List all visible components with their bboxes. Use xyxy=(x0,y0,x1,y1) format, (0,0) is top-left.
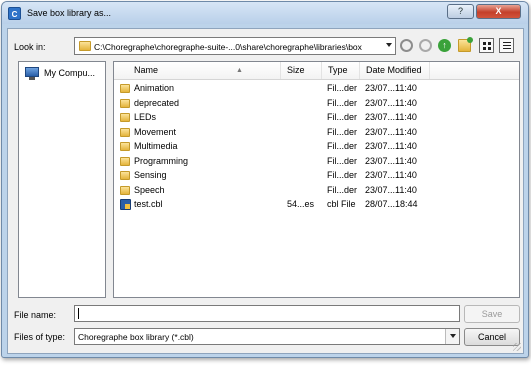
forward-icon[interactable] xyxy=(419,39,432,52)
file-date: 23/07...11:40 xyxy=(365,126,417,137)
file-date: 28/07...18:44 xyxy=(365,199,418,209)
file-date: 23/07...11:40 xyxy=(365,83,417,93)
column-header-type[interactable]: Type xyxy=(322,62,360,79)
close-button[interactable]: X xyxy=(476,4,521,19)
file-name: Movement xyxy=(134,126,177,137)
file-type-dropdown-button[interactable] xyxy=(445,329,459,344)
file-name: deprecated xyxy=(134,97,180,108)
file-name: LEDs xyxy=(134,112,157,122)
file-name: Multimedia xyxy=(134,141,178,151)
file-size: 54...es xyxy=(287,199,315,209)
file-row[interactable]: Animation Fil...der 23/07...11:40 xyxy=(114,82,519,97)
file-list[interactable]: Name ▲ Size Type Date Modified Animation… xyxy=(113,61,520,298)
file-type: Fil...der xyxy=(327,97,358,108)
file-date: 23/07...11:40 xyxy=(365,155,417,166)
file-row[interactable]: test.cbl 54...es cbl File 28/07...18:44 xyxy=(114,198,519,213)
title-bar[interactable]: C Save box library as... ? X xyxy=(2,2,528,24)
list-view-icon[interactable] xyxy=(499,38,514,53)
folder-icon xyxy=(120,156,130,166)
folder-icon xyxy=(120,84,130,93)
save-dialog-window: C Save box library as... ? X Look in: C:… xyxy=(1,1,529,358)
file-date: 23/07...11:40 xyxy=(365,170,417,180)
file-type-combobox[interactable]: Choregraphe box library (*.cbl) xyxy=(74,328,460,345)
sort-ascending-icon: ▲ xyxy=(236,67,243,74)
file-list-header: Name ▲ Size Type Date Modified xyxy=(114,62,519,80)
window-title: Save box library as... xyxy=(27,8,112,18)
file-name: Animation xyxy=(134,83,175,93)
places-sidebar: My Compu... xyxy=(18,61,106,298)
new-folder-icon[interactable] xyxy=(458,37,473,52)
file-type: Fil...der xyxy=(327,112,358,122)
folder-icon xyxy=(120,142,130,151)
sidebar-item-label: My Compu... xyxy=(44,68,96,78)
file-type: Fil...der xyxy=(327,155,358,166)
column-header-size[interactable]: Size xyxy=(281,62,322,79)
text-caret xyxy=(78,308,79,319)
column-header-name[interactable]: Name ▲ xyxy=(128,62,281,79)
help-button[interactable]: ? xyxy=(447,4,474,19)
cancel-button[interactable]: Cancel xyxy=(464,328,520,346)
look-in-path: C:\Choregraphe\choregraphe-suite-...0\sh… xyxy=(94,42,362,52)
file-row[interactable]: Movement Fil...der 23/07...11:40 xyxy=(114,126,519,141)
folder-icon xyxy=(120,98,130,108)
folder-icon xyxy=(120,185,130,195)
file-type: Fil...der xyxy=(327,83,358,93)
file-name: test.cbl xyxy=(134,199,163,209)
folder-icon xyxy=(120,127,130,137)
computer-icon xyxy=(25,67,39,80)
detail-view-icon[interactable] xyxy=(479,38,494,53)
column-header-date-modified[interactable]: Date Modified xyxy=(360,62,430,79)
file-name: Programming xyxy=(134,155,189,166)
back-icon[interactable] xyxy=(400,39,413,52)
dropdown-arrow-icon xyxy=(450,334,456,338)
file-date: 23/07...11:40 xyxy=(365,112,417,122)
file-row[interactable]: Sensing Fil...der 23/07...11:40 xyxy=(114,169,519,184)
file-type: cbl File xyxy=(327,199,356,209)
file-row[interactable]: LEDs Fil...der 23/07...11:40 xyxy=(114,111,519,126)
look-in-combobox[interactable]: C:\Choregraphe\choregraphe-suite-...0\sh… xyxy=(74,37,396,55)
choregraphe-app-icon: C xyxy=(8,7,21,20)
cbl-file-icon xyxy=(120,199,131,210)
file-row[interactable]: Speech Fil...der 23/07...11:40 xyxy=(114,184,519,199)
file-name-label: File name: xyxy=(14,310,57,320)
look-in-label: Look in: xyxy=(14,42,46,52)
file-type-label: Files of type: xyxy=(14,332,66,342)
file-row[interactable]: deprecated Fil...der 23/07...11:40 xyxy=(114,97,519,112)
file-row[interactable]: Multimedia Fil...der 23/07...11:40 xyxy=(114,140,519,155)
up-folder-icon[interactable]: ↑ xyxy=(438,39,451,52)
file-type: Fil...der xyxy=(327,184,358,195)
file-row[interactable]: Programming Fil...der 23/07...11:40 xyxy=(114,155,519,170)
file-type: Fil...der xyxy=(327,126,358,137)
folder-icon xyxy=(79,41,91,51)
file-name-input[interactable] xyxy=(74,305,460,322)
file-date: 23/07...11:40 xyxy=(365,97,417,108)
save-button[interactable]: Save xyxy=(464,305,520,323)
file-date: 23/07...11:40 xyxy=(365,184,417,195)
dropdown-arrow-icon[interactable] xyxy=(386,43,392,47)
resize-grip-icon[interactable] xyxy=(513,343,521,351)
file-type-selected: Choregraphe box library (*.cbl) xyxy=(78,332,194,342)
file-name: Speech xyxy=(134,184,165,195)
dialog-body: Look in: C:\Choregraphe\choregraphe-suit… xyxy=(7,28,524,354)
file-date: 23/07...11:40 xyxy=(365,141,417,151)
file-type: Fil...der xyxy=(327,170,358,180)
file-type: Fil...der xyxy=(327,141,358,151)
folder-icon xyxy=(120,113,130,122)
file-name: Sensing xyxy=(134,170,167,180)
folder-icon xyxy=(120,171,130,180)
